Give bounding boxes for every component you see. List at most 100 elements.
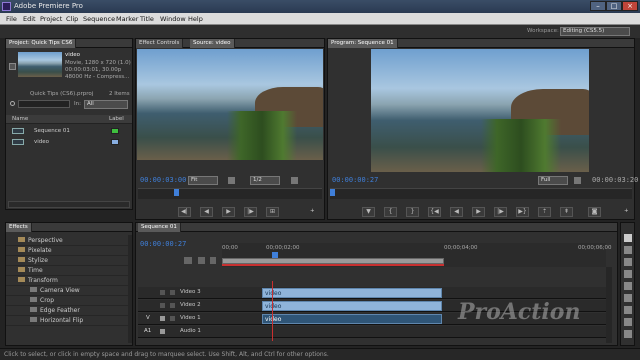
insert-button[interactable]: ⊞ xyxy=(266,207,279,217)
toggle-lock-icon[interactable] xyxy=(170,303,175,308)
effects-item[interactable]: Horizontal Flip xyxy=(6,316,128,326)
toggle-output-icon[interactable] xyxy=(160,290,165,295)
program-playhead[interactable] xyxy=(330,189,335,196)
play-thumbnail-icon[interactable] xyxy=(9,63,16,70)
menu-title[interactable]: Title xyxy=(140,15,154,23)
timeline-clip[interactable]: video xyxy=(262,288,442,298)
slip-tool-icon[interactable] xyxy=(624,306,632,314)
snap-icon[interactable] xyxy=(184,257,192,264)
workspace-select[interactable]: Editing (CS5.5) xyxy=(560,27,630,36)
mark-in-button[interactable]: { xyxy=(384,207,397,217)
go-to-out-button[interactable]: ▶} xyxy=(516,207,529,217)
effects-item[interactable]: Perspective xyxy=(6,236,128,246)
col-name[interactable]: Name xyxy=(12,116,28,122)
eye-icon[interactable] xyxy=(160,316,165,321)
effects-item[interactable]: Camera View xyxy=(6,286,128,296)
list-item[interactable]: Sequence 01 xyxy=(6,126,128,136)
program-time-ruler[interactable] xyxy=(330,188,632,199)
menu-file[interactable]: File xyxy=(6,15,17,23)
timeline-playhead[interactable] xyxy=(272,252,278,258)
program-rewind-button[interactable]: ◀ xyxy=(450,207,463,217)
export-frame-button[interactable]: ◙ xyxy=(588,207,601,217)
menu-edit[interactable]: Edit xyxy=(23,15,36,23)
extract-button[interactable]: ⇞ xyxy=(560,207,573,217)
razor-tool-icon[interactable] xyxy=(624,294,632,302)
effects-item[interactable]: Pixelate xyxy=(6,246,128,256)
effects-item[interactable]: Transform xyxy=(6,276,128,286)
program-play-button[interactable]: ▶ xyxy=(472,207,485,217)
effects-item[interactable]: Stylize xyxy=(6,256,128,266)
source-playhead[interactable] xyxy=(174,189,179,196)
wrench-icon[interactable] xyxy=(574,177,581,184)
timeline-clip[interactable]: video xyxy=(262,301,442,311)
project-horizontal-scrollbar[interactable] xyxy=(8,201,130,208)
program-fit-select[interactable]: Full xyxy=(538,176,568,185)
maximize-button[interactable]: □ xyxy=(606,1,622,11)
rewind-button[interactable]: ◀ xyxy=(200,207,213,217)
clip-info-1: Movie, 1280 x 720 (1.0) xyxy=(65,60,131,66)
step-forward-button[interactable]: |▶ xyxy=(244,207,257,217)
rate-stretch-tool-icon[interactable] xyxy=(624,282,632,290)
source-add-icon[interactable]: + xyxy=(310,208,315,214)
speaker-icon[interactable] xyxy=(160,329,165,334)
toggle-output-icon[interactable] xyxy=(160,303,165,308)
track-select-tool-icon[interactable] xyxy=(624,246,632,254)
timeline-clip[interactable]: video xyxy=(262,314,442,324)
minimize-button[interactable]: – xyxy=(590,1,606,11)
source-fit-select[interactable]: Fit xyxy=(188,176,218,185)
go-to-in-button[interactable]: {◀ xyxy=(428,207,441,217)
effect-icon xyxy=(30,307,37,312)
in-select[interactable]: All xyxy=(84,100,128,109)
close-button[interactable]: × xyxy=(622,1,638,11)
list-item[interactable]: video xyxy=(6,137,128,147)
target-track-a1[interactable]: A1 xyxy=(144,328,151,334)
toggle-lock-icon[interactable] xyxy=(170,316,175,321)
label-color-swatch xyxy=(111,139,119,145)
tab-program-sequence[interactable]: Program: Sequence 01 xyxy=(328,39,398,48)
tab-source-video[interactable]: Source: video xyxy=(190,39,235,48)
source-time-ruler[interactable] xyxy=(138,188,322,199)
effects-item[interactable]: Edge Feather xyxy=(6,306,128,316)
effects-scrollbar[interactable] xyxy=(128,235,132,343)
search-icon[interactable] xyxy=(10,101,15,106)
toggle-lock-icon[interactable] xyxy=(170,290,175,295)
pen-tool-icon[interactable] xyxy=(624,318,632,326)
selection-tool-icon[interactable] xyxy=(624,234,632,242)
menu-help[interactable]: Help xyxy=(188,15,203,23)
search-input[interactable] xyxy=(18,100,70,108)
tab-effect-controls[interactable]: Effect Controls xyxy=(136,39,184,48)
menu-sequence[interactable]: Sequence xyxy=(83,15,115,23)
step-back-button[interactable]: ◀| xyxy=(178,207,191,217)
mark-out-button[interactable]: } xyxy=(406,207,419,217)
menu-clip[interactable]: Clip xyxy=(66,15,78,23)
effects-tree: Perspective Pixelate Stylize Time Transf… xyxy=(6,236,128,326)
target-track-v[interactable]: V xyxy=(146,315,150,321)
wrench-icon[interactable] xyxy=(291,177,298,184)
hand-tool-icon[interactable] xyxy=(624,330,632,338)
source-play-button[interactable]: ▶ xyxy=(222,207,235,217)
ripple-edit-tool-icon[interactable] xyxy=(624,258,632,266)
add-marker-icon[interactable] xyxy=(210,257,216,264)
effects-item[interactable]: Time xyxy=(6,266,128,276)
timeline-timecode[interactable]: 00:00:00:27 xyxy=(140,240,186,248)
timeline-ruler[interactable]: 00;00 00;00;02;00 00;00;04;00 00;00;06;0… xyxy=(222,243,612,267)
col-label[interactable]: Label xyxy=(109,116,124,122)
add-marker-button[interactable]: ▼ xyxy=(362,207,375,217)
menu-marker[interactable]: Marker xyxy=(116,15,138,23)
tab-project[interactable]: Project: Quick Tips CS6 xyxy=(6,39,77,48)
effects-item[interactable]: Crop xyxy=(6,296,128,306)
menu-window[interactable]: Window xyxy=(160,15,186,23)
settings-icon[interactable] xyxy=(228,177,235,184)
linked-selection-icon[interactable] xyxy=(198,257,205,264)
program-timecode[interactable]: 00:00:00:27 xyxy=(332,176,378,184)
lift-button[interactable]: ⇡ xyxy=(538,207,551,217)
program-forward-button[interactable]: |▶ xyxy=(494,207,507,217)
menu-project[interactable]: Project xyxy=(40,15,62,23)
source-timecode[interactable]: 00:00:03:00 xyxy=(140,176,186,184)
rolling-edit-tool-icon[interactable] xyxy=(624,270,632,278)
source-quality-select[interactable]: 1/2 xyxy=(250,176,280,185)
tab-effects[interactable]: Effects xyxy=(6,223,32,232)
workspace-bar: Workspace: Editing (CS5.5) xyxy=(0,25,640,38)
tab-sequence[interactable]: Sequence 01 xyxy=(138,223,181,232)
program-add-icon[interactable]: + xyxy=(624,208,629,214)
